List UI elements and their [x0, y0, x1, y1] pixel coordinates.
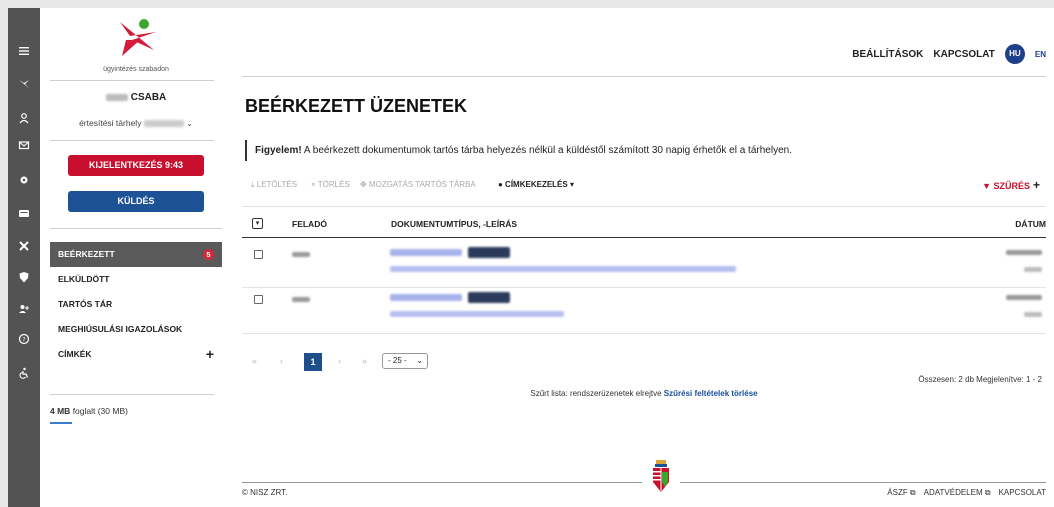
- table-row[interactable]: [242, 291, 1046, 337]
- divider: [242, 482, 642, 483]
- move-to-storage-button[interactable]: ✥ MOZGATÁS TARTÓS TÁRBA: [360, 180, 476, 189]
- chevron-down-icon: ⌄: [186, 119, 193, 128]
- next-page-button[interactable]: ›: [338, 356, 341, 366]
- select-all-dropdown[interactable]: ▾: [252, 218, 263, 229]
- redacted-time: [1024, 312, 1042, 317]
- redacted-date: [1006, 295, 1042, 300]
- privacy-link[interactable]: ADATVÉDELEM ⧉: [924, 488, 991, 498]
- results-summary: Összesen: 2 db Megjelenítve: 1 - 2: [918, 375, 1042, 384]
- coat-of-arms-icon: [653, 460, 669, 492]
- accessibility-icon[interactable]: [8, 362, 40, 384]
- top-nav: BEÁLLÍTÁSOK KAPCSOLAT HU EN: [852, 44, 1046, 64]
- add-user-icon[interactable]: [8, 298, 40, 320]
- page-button-current[interactable]: 1: [304, 353, 322, 371]
- footer-links: ÁSZF ⧉ ADATVÉDELEM ⧉ KAPCSOLAT: [887, 488, 1046, 498]
- redacted-text: [105, 93, 128, 101]
- table-row[interactable]: [242, 246, 1046, 292]
- logo-icon[interactable]: [8, 73, 40, 95]
- filter-note: Szűrt lista: rendszerüzenetek elrejtve S…: [530, 389, 758, 398]
- brand-logo[interactable]: ügyintézés szabadon: [90, 16, 182, 76]
- main-content: BEÁLLÍTÁSOK KAPCSOLAT HU EN BEÉRKEZETT Ü…: [242, 8, 1046, 507]
- redacted-date: [1006, 250, 1042, 255]
- logo-tagline: ügyintézés szabadon: [103, 66, 169, 73]
- divider: [242, 206, 1046, 207]
- redacted-sender: [292, 297, 310, 302]
- brand-mark-icon: [120, 19, 156, 56]
- card-icon[interactable]: [8, 202, 40, 224]
- logout-button[interactable]: KIJELENTKEZÉS 9:43: [68, 155, 204, 176]
- redacted-tag: [468, 292, 510, 303]
- send-button[interactable]: KÜLDÉS: [68, 191, 204, 212]
- clear-filters-link[interactable]: Szűrési feltételek törlése: [664, 389, 758, 398]
- settings-link[interactable]: BEÁLLÍTÁSOK: [852, 49, 923, 60]
- lang-hu-button[interactable]: HU: [1004, 44, 1025, 64]
- tag-management-button[interactable]: ● CÍMKEKEZELÉS ▾: [498, 180, 574, 189]
- redacted-description[interactable]: [390, 266, 736, 272]
- redacted-text: [143, 120, 184, 128]
- redacted-doctype-link[interactable]: [390, 294, 462, 301]
- copyright-text: © NISZ ZRT.: [242, 488, 288, 497]
- quota-progress-bar: [50, 422, 72, 424]
- quota-text: 4 MB foglalt (30 MB): [50, 406, 128, 416]
- svg-text:?: ?: [22, 336, 25, 344]
- sidebar: ügyintézés szabadon CSABA értesítési tár…: [50, 8, 222, 507]
- page-title: BEÉRKEZETT ÜZENETEK: [245, 96, 468, 116]
- redacted-sender: [292, 252, 310, 257]
- column-header-doctype[interactable]: DOKUMENTUMTÍPUS, -LEÍRÁS: [391, 219, 517, 229]
- row-checkbox[interactable]: [254, 295, 263, 304]
- divider: [242, 333, 1046, 334]
- lang-en-button[interactable]: EN: [1035, 50, 1046, 59]
- divider: [50, 140, 214, 141]
- redacted-time: [1024, 267, 1042, 272]
- help-icon[interactable]: ?: [8, 328, 40, 350]
- sidebar-item-inbox[interactable]: BEÉRKEZETT 5: [50, 242, 222, 267]
- divider: [50, 228, 222, 229]
- redacted-description[interactable]: [390, 311, 564, 317]
- page-size-select[interactable]: - 25 - ⌄: [382, 353, 428, 369]
- download-button[interactable]: ⤓ LETÖLTÉS: [251, 180, 297, 190]
- divider: [242, 76, 1046, 77]
- divider: [50, 394, 214, 395]
- tools-icon[interactable]: [8, 235, 40, 257]
- add-filter-icon[interactable]: +: [1033, 178, 1040, 192]
- mail-icon[interactable]: [8, 134, 40, 156]
- first-page-button[interactable]: «: [252, 356, 257, 366]
- chevron-down-icon: ⌄: [416, 356, 423, 365]
- sidebar-item-storage[interactable]: TARTÓS TÁR: [50, 292, 222, 317]
- contact-link[interactable]: KAPCSOLAT: [933, 49, 994, 60]
- divider: [242, 287, 1046, 288]
- divider: [50, 80, 214, 81]
- footer-contact-link[interactable]: KAPCSOLAT: [999, 488, 1046, 498]
- user-name: CSABA: [50, 92, 222, 103]
- sidebar-item-tags[interactable]: CÍMKÉK +: [50, 342, 222, 367]
- filter-button[interactable]: ▼ SZŰRÉS +: [982, 178, 1040, 192]
- redacted-tag: [468, 247, 510, 258]
- divider: [680, 482, 1046, 483]
- sidebar-item-failure-certificates[interactable]: MEGHIÚSULÁSI IGAZOLÁSOK: [50, 317, 222, 342]
- aszf-link[interactable]: ÁSZF ⧉: [887, 488, 915, 498]
- column-header-date[interactable]: DÁTUM: [1015, 219, 1046, 229]
- sidebar-nav: BEÉRKEZETT 5 ELKÜLDÖTT TARTÓS TÁR MEGHIÚ…: [50, 242, 222, 367]
- shield-icon[interactable]: [8, 266, 40, 288]
- user-icon[interactable]: [8, 107, 40, 129]
- delete-button[interactable]: × TÖRLÉS: [311, 180, 350, 189]
- gear-icon[interactable]: [8, 169, 40, 191]
- last-page-button[interactable]: »: [362, 356, 367, 366]
- menu-icon[interactable]: [8, 40, 40, 62]
- column-header-sender[interactable]: FELADÓ: [292, 219, 327, 229]
- storage-selector[interactable]: értesítési tárhely ⌄: [50, 118, 222, 128]
- prev-page-button[interactable]: ‹: [280, 356, 283, 366]
- divider: [242, 237, 1046, 238]
- row-checkbox[interactable]: [254, 250, 263, 259]
- app-window: ? ügyintézés szabadon CSABA értesítési t…: [8, 8, 1054, 507]
- unread-badge: 5: [203, 249, 214, 260]
- message-toolbar: ⤓ LETÖLTÉS × TÖRLÉS ✥ MOZGATÁS TARTÓS TÁ…: [251, 178, 1046, 194]
- notice-banner: Figyelem! A beérkezett dokumentumok tart…: [245, 140, 792, 161]
- icon-rail: ?: [8, 8, 40, 507]
- redacted-doctype-link[interactable]: [390, 249, 462, 256]
- sidebar-item-sent[interactable]: ELKÜLDÖTT: [50, 267, 222, 292]
- add-tag-button[interactable]: +: [206, 342, 214, 367]
